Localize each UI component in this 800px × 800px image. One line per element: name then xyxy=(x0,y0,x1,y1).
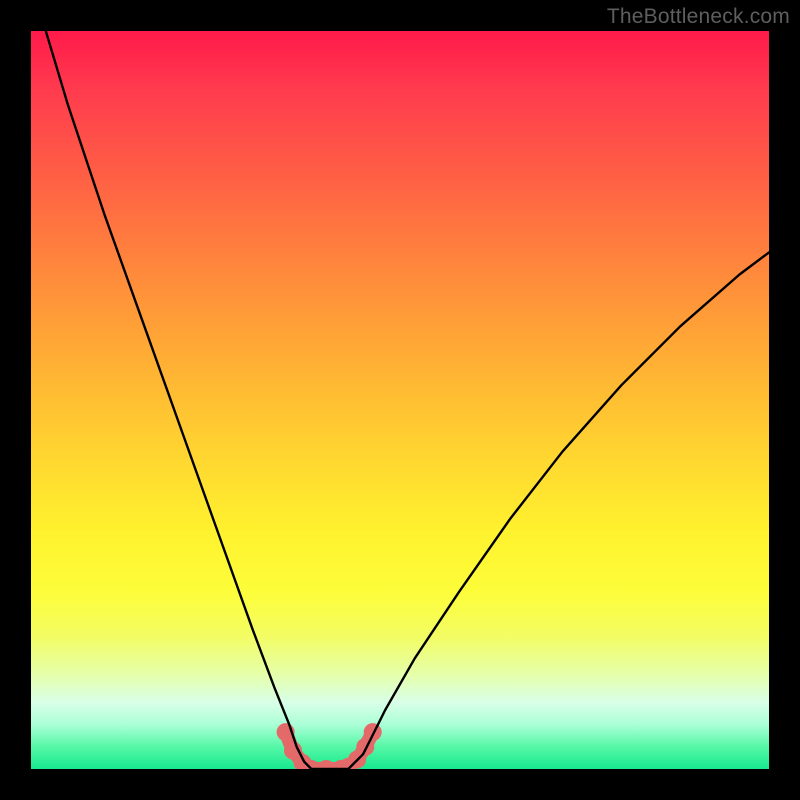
chart-svg xyxy=(31,31,769,769)
bottleneck-curve xyxy=(46,31,769,769)
chart-frame xyxy=(31,31,769,769)
watermark-text: TheBottleneck.com xyxy=(607,5,790,29)
